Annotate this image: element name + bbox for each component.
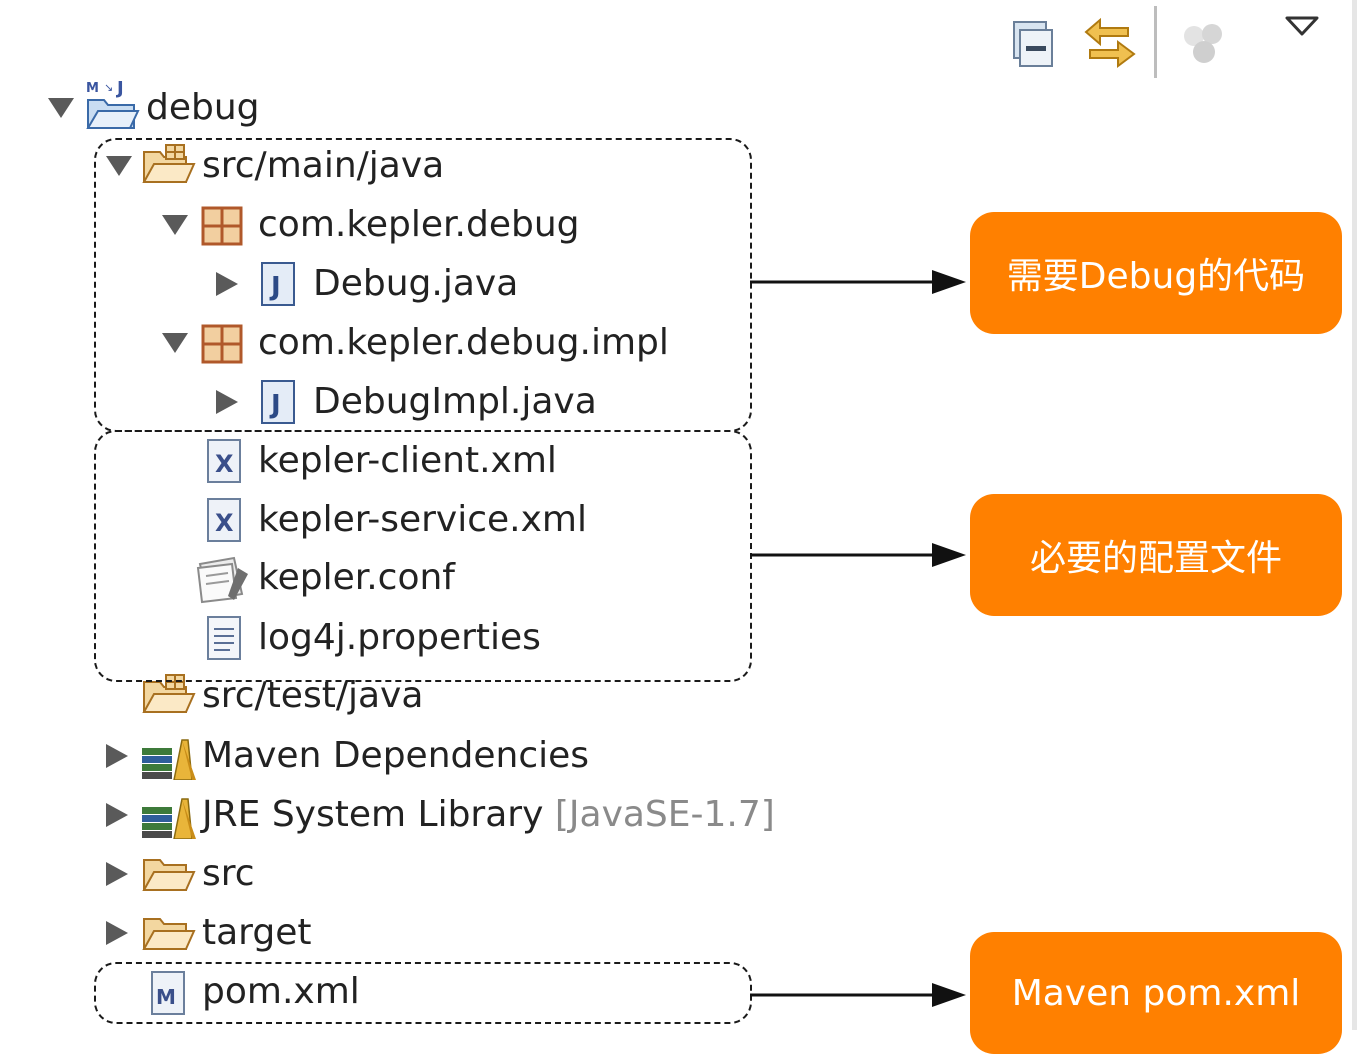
- tree-item-label: debug: [146, 87, 260, 128]
- jre-version-label: [JavaSE-1.7]: [554, 794, 775, 835]
- callout-pom-text: Maven pom.xml: [1011, 972, 1301, 1014]
- highlight-box-pom: [94, 962, 752, 1024]
- tree-item-label: src/test/java: [202, 675, 424, 716]
- callout-code: 需要Debug的代码: [970, 212, 1342, 334]
- library-icon: [142, 798, 196, 839]
- arrow-right-icon: [750, 270, 966, 294]
- maven-project-icon: M ↘ J: [86, 78, 140, 129]
- callout-pom: Maven pom.xml: [970, 932, 1342, 1054]
- tree-item-target[interactable]: target: [0, 907, 700, 959]
- collapsed-arrow-icon[interactable]: [104, 860, 130, 888]
- arrow-right-icon: [750, 543, 966, 567]
- tree-item-label: target: [202, 912, 312, 953]
- library-icon: [142, 739, 196, 780]
- svg-text:↘: ↘: [104, 81, 113, 94]
- tree-item-maven-dependencies[interactable]: Maven Dependencies: [0, 730, 700, 782]
- tree-item-src[interactable]: src: [0, 848, 700, 900]
- callout-code-text: 需要Debug的代码: [1006, 256, 1306, 297]
- view-menu-icon[interactable]: [1284, 14, 1320, 42]
- tree-item-debug[interactable]: M ↘ J debug: [0, 78, 700, 134]
- callout-config: 必要的配置文件: [970, 494, 1342, 616]
- folder-icon: [142, 918, 196, 950]
- collapse-all-icon[interactable]: [1008, 18, 1058, 72]
- collapsed-arrow-icon[interactable]: [104, 801, 130, 829]
- tree-item-label: src: [202, 853, 255, 894]
- toolbar-separator: [1154, 6, 1157, 78]
- tree-item-label: Maven Dependencies: [202, 735, 590, 776]
- tree-item-jre-system-library[interactable]: JRE System Library [JavaSE-1.7]: [0, 789, 800, 841]
- filter-icon[interactable]: [1180, 20, 1232, 72]
- folder-icon: [142, 859, 196, 891]
- highlight-box-code: [94, 138, 752, 432]
- collapsed-arrow-icon[interactable]: [104, 742, 130, 770]
- highlight-box-config: [94, 430, 752, 682]
- svg-text:M: M: [86, 81, 99, 96]
- callout-config-text: 必要的配置文件: [1029, 538, 1282, 579]
- panel-edge: [1352, 0, 1357, 1030]
- view-toolbar: [0, 0, 1357, 80]
- collapsed-arrow-icon[interactable]: [104, 919, 130, 947]
- arrow-right-icon: [750, 983, 966, 1007]
- expanded-arrow-icon[interactable]: [46, 96, 76, 120]
- link-with-editor-icon[interactable]: [1080, 14, 1140, 76]
- tree-item-label: JRE System Library: [202, 794, 544, 835]
- svg-text:J: J: [115, 78, 124, 99]
